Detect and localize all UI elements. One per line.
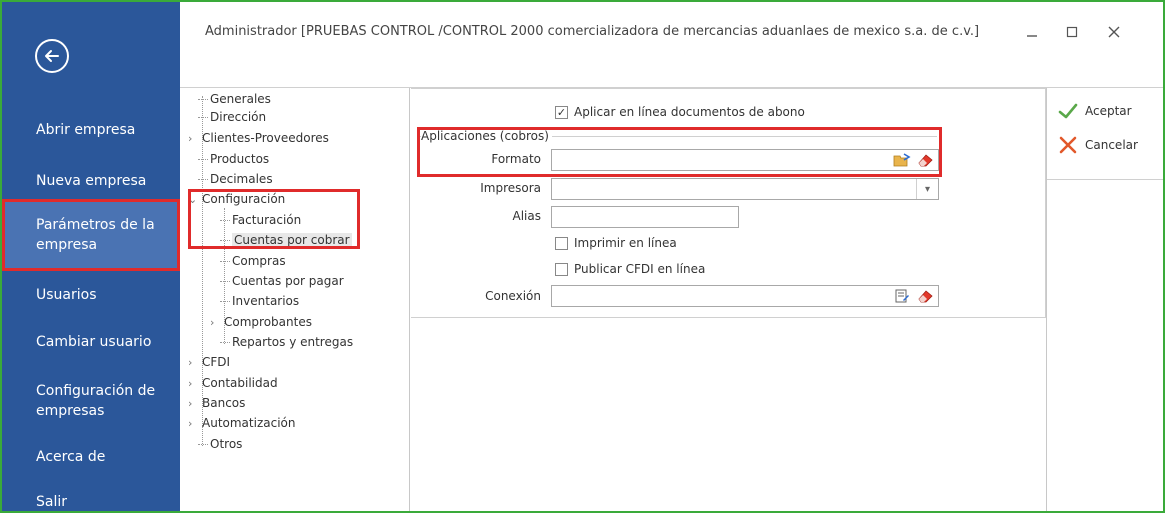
action-buttons-group: Aceptar Cancelar xyxy=(1047,88,1163,180)
form-section: ✓ Aplicar en línea documentos de abono A… xyxy=(411,88,1046,318)
tree-item-cuentas-por-pagar[interactable]: Cuentas por pagar xyxy=(220,272,344,290)
sidebar-item-nueva-empresa[interactable]: Nueva empresa xyxy=(2,171,180,191)
window-title: Administrador [PRUEBAS CONTROL /CONTROL … xyxy=(205,24,980,39)
tree-item-repartos-entregas[interactable]: Repartos y entregas xyxy=(220,333,353,351)
tree-item-facturacion[interactable]: Facturación xyxy=(220,211,301,229)
sidebar-item-abrir-empresa[interactable]: Abrir empresa xyxy=(2,120,180,140)
alias-label: Alias xyxy=(512,209,541,223)
action-panel: Aceptar Cancelar xyxy=(1046,88,1163,511)
chevron-right-icon[interactable]: › xyxy=(188,375,202,393)
alias-input[interactable] xyxy=(551,206,739,228)
cancel-label: Cancelar xyxy=(1085,138,1138,152)
print-online-label: Imprimir en línea xyxy=(574,236,677,250)
tree-item-configuracion[interactable]: ⌄ Configuración xyxy=(188,190,285,209)
formato-field[interactable] xyxy=(551,149,939,171)
checkbox-unchecked-icon xyxy=(555,236,568,250)
sidebar-item-salir[interactable]: Salir xyxy=(2,492,180,511)
cancel-x-icon xyxy=(1059,136,1077,154)
apply-online-checkbox[interactable]: ✓ Aplicar en línea documentos de abono xyxy=(555,105,805,119)
print-online-checkbox[interactable]: Imprimir en línea xyxy=(555,236,677,250)
app-window: Abrir empresa Nueva empresa Parámetros d… xyxy=(0,0,1165,513)
tree-item-comprobantes[interactable]: › Comprobantes xyxy=(210,313,312,332)
tree-item-cfdi[interactable]: › CFDI xyxy=(188,353,230,372)
sidebar-item-label-line1: Configuración de xyxy=(36,383,156,399)
conexion-label: Conexión xyxy=(485,289,541,303)
impresora-select[interactable]: ▾ xyxy=(551,178,939,200)
document-edit-icon[interactable] xyxy=(892,287,912,305)
tree-item-generales[interactable]: Generales xyxy=(198,90,271,108)
sidebar-item-cambiar-usuario[interactable]: Cambiar usuario xyxy=(2,332,180,352)
backstage-sidebar: Abrir empresa Nueva empresa Parámetros d… xyxy=(2,2,180,511)
eraser-icon[interactable] xyxy=(915,287,935,305)
chevron-right-icon[interactable]: › xyxy=(188,354,202,372)
tree-item-cuentas-por-cobrar[interactable]: Cuentas por cobrar xyxy=(220,231,352,249)
tree-item-inventarios[interactable]: Inventarios xyxy=(220,292,299,310)
eraser-icon[interactable] xyxy=(915,151,935,169)
tree-item-contabilidad[interactable]: › Contabilidad xyxy=(188,374,278,393)
tree-item-bancos[interactable]: › Bancos xyxy=(188,394,245,413)
accept-button[interactable]: Aceptar xyxy=(1057,100,1132,122)
cancel-button[interactable]: Cancelar xyxy=(1057,134,1138,156)
sidebar-item-configuracion-empresas[interactable]: Configuración de empresas xyxy=(2,381,180,421)
checkbox-checked-icon: ✓ xyxy=(555,105,568,119)
group-title: Aplicaciones (cobros) xyxy=(421,129,552,143)
sidebar-item-usuarios[interactable]: Usuarios xyxy=(2,285,180,305)
sidebar-item-acerca-de[interactable]: Acerca de xyxy=(2,447,180,467)
open-folder-icon[interactable] xyxy=(892,151,912,169)
content-area: Generales Dirección › Clientes-Proveedore… xyxy=(180,87,1163,511)
tree-item-automatizacion[interactable]: › Automatización xyxy=(188,414,295,433)
publish-cfdi-checkbox[interactable]: Publicar CFDI en línea xyxy=(555,262,705,276)
impresora-label: Impresora xyxy=(480,181,541,195)
publish-cfdi-label: Publicar CFDI en línea xyxy=(574,262,706,276)
back-arrow-icon[interactable] xyxy=(35,39,69,73)
tree-item-productos[interactable]: Productos xyxy=(198,150,269,168)
tree-item-decimales[interactable]: Decimales xyxy=(198,170,273,188)
chevron-down-icon[interactable]: ▾ xyxy=(916,179,938,199)
maximize-icon[interactable] xyxy=(1060,20,1084,44)
settings-tree: Generales Dirección › Clientes-Proveedore… xyxy=(180,88,410,511)
sidebar-item-label-line2: empresa xyxy=(36,237,98,253)
sidebar-item-label-line1: Parámetros de la xyxy=(36,217,155,233)
tree-item-clientes-proveedores[interactable]: › Clientes-Proveedores xyxy=(188,129,329,148)
chevron-right-icon[interactable]: › xyxy=(188,415,202,433)
close-icon[interactable] xyxy=(1102,20,1126,44)
accept-label: Aceptar xyxy=(1085,104,1132,118)
tree-item-compras[interactable]: Compras xyxy=(220,252,286,270)
tree-item-otros[interactable]: Otros xyxy=(198,435,242,453)
tree-item-direccion[interactable]: Dirección xyxy=(198,108,266,126)
title-bar: Administrador [PRUEBAS CONTROL /CONTROL … xyxy=(180,2,1163,62)
minimize-icon[interactable] xyxy=(1020,20,1044,44)
chevron-right-icon[interactable]: › xyxy=(188,395,202,413)
sidebar-item-parametros-empresa[interactable]: Parámetros de la empresa xyxy=(2,199,180,271)
checkbox-unchecked-icon xyxy=(555,262,568,276)
form-panel: ✓ Aplicar en línea documentos de abono A… xyxy=(411,88,1046,511)
conexion-field[interactable] xyxy=(551,285,939,307)
formato-label: Formato xyxy=(491,152,541,166)
checkmark-icon xyxy=(1058,103,1078,119)
chevron-right-icon[interactable]: › xyxy=(188,130,202,148)
sidebar-item-label-line2: empresas xyxy=(36,403,105,419)
chevron-right-icon[interactable]: › xyxy=(210,314,224,332)
chevron-down-icon[interactable]: ⌄ xyxy=(188,191,202,209)
apply-online-label: Aplicar en línea documentos de abono xyxy=(574,105,805,119)
